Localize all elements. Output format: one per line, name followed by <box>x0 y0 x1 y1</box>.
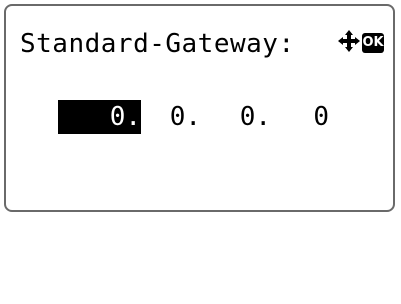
ip-octet-1[interactable]: 0. <box>58 100 141 134</box>
setting-title: Standard-Gateway: <box>20 29 295 59</box>
ip-octet-2[interactable]: 0. <box>163 100 201 134</box>
four-way-arrow-icon <box>338 30 360 56</box>
ip-octet-3[interactable]: 0. <box>233 100 271 134</box>
ip-octet-4[interactable]: 0 <box>303 100 329 134</box>
lcd-panel: Standard-Gateway: OK 0. 0. 0. 0 <box>4 4 395 212</box>
ip-address-field[interactable]: 0. 0. 0. 0 <box>58 100 329 134</box>
ok-icon: OK <box>362 33 384 53</box>
nav-hint: OK <box>338 30 384 56</box>
